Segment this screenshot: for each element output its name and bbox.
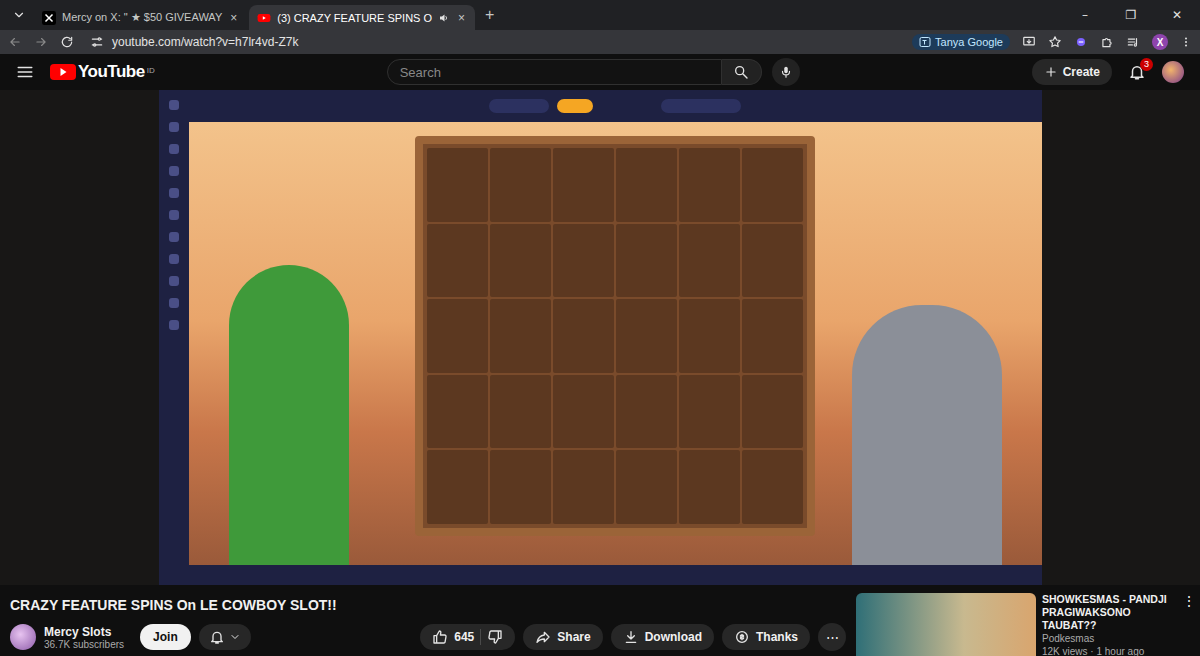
bookmark-star-icon[interactable]: [1048, 35, 1062, 49]
recommended-title[interactable]: SHOWKESMAS - PANDJI PRAGIWAKSONO TAUBAT?…: [1042, 593, 1172, 632]
forward-icon[interactable]: [34, 35, 48, 49]
browser-tab[interactable]: (3) CRAZY FEATURE SPINS O ×: [249, 5, 475, 30]
extension-icon[interactable]: [1074, 35, 1088, 49]
restore-button[interactable]: ❐: [1108, 0, 1154, 30]
thanks-button[interactable]: Thanks: [722, 624, 810, 650]
video-details: CRAZY FEATURE SPINS On LE COWBOY SLOT!! M…: [0, 585, 1200, 656]
tab-close-button[interactable]: ×: [228, 11, 239, 25]
create-label[interactable]: Create: [1063, 65, 1100, 79]
x-logo-icon: [42, 11, 56, 25]
share-button[interactable]: Share: [523, 624, 602, 650]
youtube-header: YouTubeID Create 3: [0, 54, 1200, 90]
recommended-list: SHOWKESMAS - PANDJI PRAGIWAKSONO TAUBAT?…: [856, 593, 1200, 656]
action-label[interactable]: Thanks: [756, 630, 798, 644]
close-button[interactable]: ✕: [1154, 0, 1200, 30]
recommended-channel[interactable]: Podkesmas: [1042, 632, 1172, 645]
back-icon[interactable]: [8, 35, 22, 49]
search-button[interactable]: [722, 59, 762, 85]
bell-icon[interactable]: [209, 629, 225, 645]
search-icon[interactable]: [733, 64, 749, 80]
logo-text[interactable]: YouTube: [78, 62, 145, 82]
tab-search-icon[interactable]: [12, 8, 26, 22]
channel-avatar[interactable]: [10, 624, 36, 650]
create-button[interactable]: Create: [1032, 59, 1112, 85]
recommended-meta: 12K views · 1 hour ago: [1042, 645, 1172, 656]
youtube-play-icon: [50, 63, 76, 81]
subscription-bell-button[interactable]: [199, 624, 251, 650]
speaker-icon[interactable]: [438, 12, 450, 24]
header-right: Create 3: [1032, 59, 1184, 85]
download-icon[interactable]: [623, 629, 639, 645]
reload-icon[interactable]: [60, 35, 74, 49]
plus-icon: [1044, 65, 1058, 79]
browser-tab[interactable]: Mercy on X: " ★ $50 GIVEAWAY ×: [34, 5, 247, 30]
channel-info: Mercy Slots36.7K subscribers Join: [10, 624, 251, 650]
video-frame[interactable]: [159, 90, 1042, 585]
tab-label: (3) CRAZY FEATURE SPINS O: [277, 12, 432, 24]
more-actions-button[interactable]: ⋯: [818, 623, 846, 651]
video-player[interactable]: [0, 90, 1200, 585]
thanks-icon[interactable]: [734, 629, 750, 645]
subscriber-count: 36.7K subscribers: [44, 639, 124, 650]
window-controls: –❐✕: [1062, 0, 1200, 30]
recommended-more-button[interactable]: ⋮: [1178, 593, 1200, 656]
minimize-button[interactable]: –: [1062, 0, 1108, 30]
thumbs-up-icon[interactable]: [432, 629, 448, 645]
action-label[interactable]: Download: [645, 630, 702, 644]
tab-close-button[interactable]: ×: [456, 11, 467, 25]
share-icon[interactable]: [535, 629, 551, 645]
recommended-video[interactable]: SHOWKESMAS - PANDJI PRAGIWAKSONO TAUBAT?…: [1042, 593, 1172, 656]
address-text[interactable]: youtube.com/watch?v=h7lr4vd-Z7k: [112, 35, 298, 49]
media-icon[interactable]: [1126, 35, 1140, 49]
tab-label: Mercy on X: " ★ $50 GIVEAWAY: [62, 11, 222, 24]
voice-search-button[interactable]: [772, 58, 800, 86]
youtube-favicon-icon: [257, 11, 271, 25]
microphone-icon[interactable]: [779, 65, 793, 79]
browser-toolbar: youtube.com/watch?v=h7lr4vd-Z7k Tanya Goo…: [0, 30, 1200, 54]
account-avatar[interactable]: [1162, 61, 1184, 83]
download-button[interactable]: Download: [611, 624, 714, 650]
menu-dots-icon[interactable]: [1180, 35, 1192, 49]
header-left: YouTubeID: [16, 62, 155, 82]
tab-strip: Mercy on X: " ★ $50 GIVEAWAY×(3) CRAZY F…: [0, 0, 1200, 30]
search-input[interactable]: [387, 59, 722, 85]
profile-avatar[interactable]: X: [1152, 34, 1168, 50]
youtube-logo[interactable]: YouTubeID: [50, 62, 155, 82]
translate-chip[interactable]: Tanya Google: [912, 34, 1010, 50]
action-label[interactable]: Share: [557, 630, 590, 644]
region-code: ID: [147, 66, 155, 75]
chip-label[interactable]: Tanya Google: [935, 36, 1003, 48]
new-tab-button[interactable]: +: [477, 6, 502, 24]
translate-icon: [919, 36, 931, 48]
site-info-icon[interactable]: [90, 35, 104, 49]
channel-name[interactable]: Mercy Slots: [44, 625, 124, 639]
video-thumbnail[interactable]: [856, 593, 1036, 656]
address-bar[interactable]: youtube.com/watch?v=h7lr4vd-Z7k: [86, 35, 900, 49]
hamburger-menu-icon[interactable]: [16, 63, 34, 81]
notification-badge: 3: [1140, 58, 1153, 71]
thumbs-down-icon[interactable]: [487, 629, 503, 645]
install-icon[interactable]: [1022, 35, 1036, 49]
like-dislike-button[interactable]: 645: [420, 624, 515, 650]
like-count: 645: [454, 630, 474, 644]
video-actions: 645 Share Download Thanks ⋯: [420, 623, 846, 651]
chevron-down-icon[interactable]: [229, 631, 241, 643]
search-group: [387, 58, 800, 86]
join-button[interactable]: Join: [140, 624, 191, 650]
video-title: CRAZY FEATURE SPINS On LE COWBOY SLOT!!: [10, 597, 846, 613]
puzzle-icon[interactable]: [1100, 35, 1114, 49]
notifications-button[interactable]: 3: [1128, 63, 1146, 81]
